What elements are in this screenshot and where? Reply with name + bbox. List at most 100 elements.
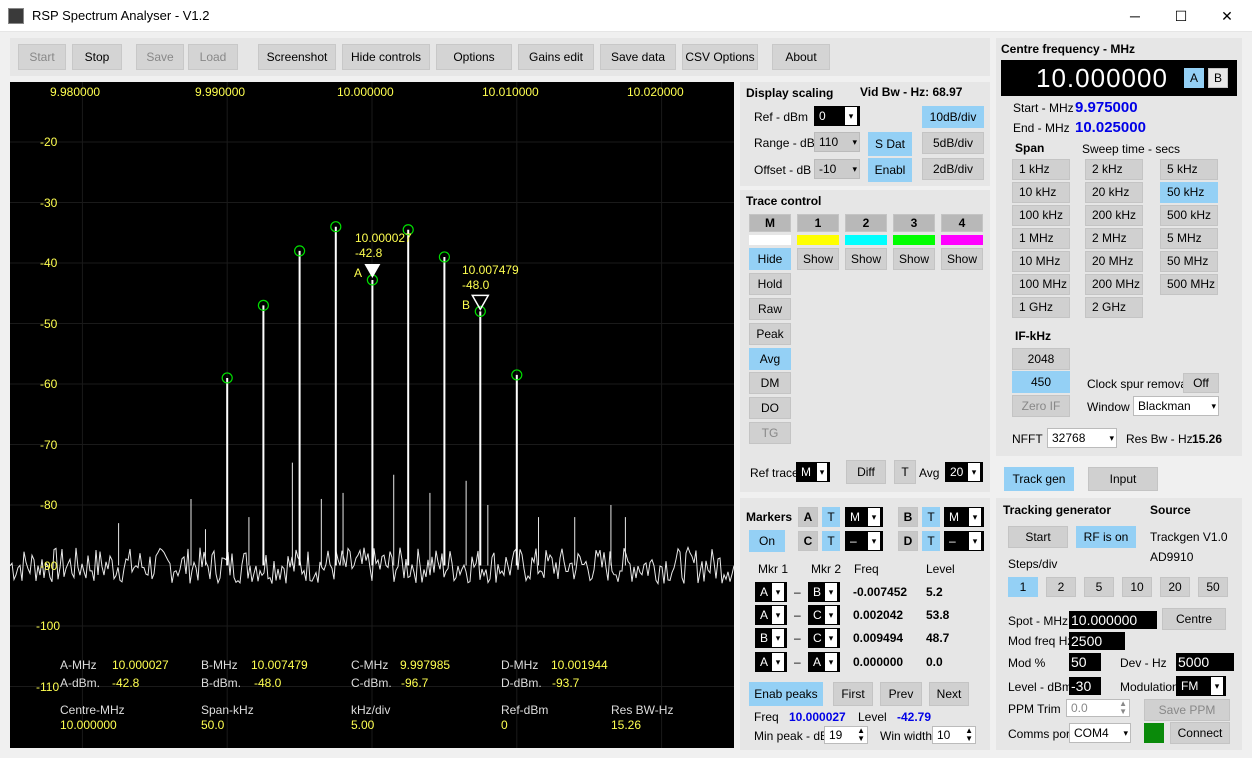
steps-div-button[interactable]: 5 [1084,577,1114,597]
offset-db-select[interactable]: -10 ▾ [814,159,860,179]
window-select[interactable]: Blackman ▾ [1133,396,1219,416]
spectrum-plot[interactable]: 9.980000 9.990000 10.000000 10.010000 10… [10,82,734,748]
enab-peaks-button[interactable]: Enab peaks [749,682,823,706]
prev-button[interactable]: Prev [880,682,922,706]
marker-c-t-button[interactable]: T [822,531,840,551]
10db-div-button[interactable]: 10dB/div [922,106,984,128]
steps-div-button[interactable]: 50 [1198,577,1228,597]
show-1-button[interactable]: Show [797,248,839,270]
centre-button[interactable]: Centre [1162,608,1226,630]
steps-div-button[interactable]: 2 [1046,577,1076,597]
raw-button[interactable]: Raw [749,298,791,320]
hide-m-button[interactable]: Hide [749,248,791,270]
peak-button[interactable]: Peak [749,323,791,345]
span-button[interactable]: 2 MHz [1085,228,1143,249]
trackgen-start-button[interactable]: Start [1008,526,1068,548]
comms-port-select[interactable]: COM4 ▾ [1069,723,1131,743]
clock-spur-button[interactable]: Off [1183,373,1219,393]
tab-track-gen[interactable]: Track gen [1004,467,1074,491]
steps-div-button[interactable]: 20 [1160,577,1190,597]
span-button[interactable]: 50 MHz [1160,251,1218,272]
2db-div-button[interactable]: 2dB/div [922,158,984,180]
marker-a-mode-select[interactable]: M ▾ [845,507,883,527]
span-button[interactable]: 10 kHz [1012,182,1070,203]
span-button[interactable]: 2 kHz [1085,159,1143,180]
close-button[interactable]: ✕ [1204,0,1250,32]
stop-button[interactable]: Stop [72,44,122,70]
span-button[interactable]: 50 kHz [1160,182,1218,203]
marker-b-button[interactable]: B [898,507,918,527]
span-button[interactable]: 10 MHz [1012,251,1070,272]
centre-a-button[interactable]: A [1184,68,1204,88]
span-button[interactable]: 20 MHz [1085,251,1143,272]
nfft-select[interactable]: 32768 ▾ [1047,428,1117,448]
mkr1-select[interactable]: A ▾ [755,652,787,672]
span-button[interactable]: 1 MHz [1012,228,1070,249]
start-button[interactable]: Start [18,44,66,70]
span-button[interactable]: 200 MHz [1085,274,1143,295]
t-button[interactable]: T [894,460,916,484]
first-button[interactable]: First [833,682,873,706]
minimize-button[interactable]: ─ [1112,0,1158,32]
marker-b-t-button[interactable]: T [922,507,940,527]
centre-b-button[interactable]: B [1208,68,1228,88]
hold-button[interactable]: Hold [749,273,791,295]
ref-trace-select[interactable]: M ▾ [796,462,830,482]
mkr1-select[interactable]: B ▾ [755,628,787,648]
span-button[interactable]: 100 kHz [1012,205,1070,226]
marker-c-button[interactable]: C [798,531,818,551]
mkr2-select[interactable]: B ▾ [808,582,840,602]
spot-mhz-input[interactable]: 10.000000 [1069,611,1157,629]
steps-div-button[interactable]: 10 [1122,577,1152,597]
mkr2-select[interactable]: C ▾ [808,628,840,648]
show-3-button[interactable]: Show [893,248,935,270]
diff-button[interactable]: Diff [846,460,886,484]
marker-d-mode-select[interactable]: – ▾ [944,531,984,551]
marker-c-mode-select[interactable]: – ▾ [845,531,883,551]
span-button[interactable]: 2 GHz [1085,297,1143,318]
marker-b-mode-select[interactable]: M ▾ [944,507,984,527]
ref-dbm-select[interactable]: 0 ▾ [814,106,860,126]
span-button[interactable]: 200 kHz [1085,205,1143,226]
show-2-button[interactable]: Show [845,248,887,270]
save-button[interactable]: Save [136,44,184,70]
markers-on-button[interactable]: On [749,530,785,552]
load-button[interactable]: Load [188,44,238,70]
marker-d-t-button[interactable]: T [922,531,940,551]
about-button[interactable]: About [772,44,830,70]
trace-tab-3[interactable]: 3 [893,214,935,232]
enabl-button[interactable]: Enabl [868,158,912,182]
hide-controls-button[interactable]: Hide controls [342,44,430,70]
csv-options-button[interactable]: CSV Options [682,44,758,70]
min-peak-spinner[interactable]: 19 ▲ ▼ [824,726,868,744]
if-2048-button[interactable]: 2048 [1012,348,1070,370]
save-ppm-button[interactable]: Save PPM [1144,699,1230,721]
mkr2-select[interactable]: A ▾ [808,652,840,672]
span-button[interactable]: 1 GHz [1012,297,1070,318]
span-button[interactable]: 20 kHz [1085,182,1143,203]
trace-tab-1[interactable]: 1 [797,214,839,232]
show-4-button[interactable]: Show [941,248,983,270]
maximize-button[interactable]: ☐ [1158,0,1204,32]
screenshot-button[interactable]: Screenshot [258,44,336,70]
mod-percent-input[interactable]: 50 [1069,653,1101,671]
zero-if-button[interactable]: Zero IF [1012,395,1070,417]
do-button[interactable]: DO [749,397,791,419]
span-button[interactable]: 100 MHz [1012,274,1070,295]
avg-select[interactable]: 20 ▾ [945,462,983,482]
trace-tab-2[interactable]: 2 [845,214,887,232]
win-width-spinner[interactable]: 10 ▲ ▼ [932,726,976,744]
rf-on-button[interactable]: RF is on [1076,526,1136,548]
mkr1-select[interactable]: A ▾ [755,582,787,602]
mkr2-select[interactable]: C ▾ [808,605,840,625]
trace-tab-4[interactable]: 4 [941,214,983,232]
dm-button[interactable]: DM [749,372,791,394]
steps-div-button[interactable]: 1 [1008,577,1038,597]
gains-edit-button[interactable]: Gains edit [518,44,594,70]
dev-hz-input[interactable]: 5000 [1176,653,1234,671]
marker-a-button[interactable]: A [798,507,818,527]
s-dat-button[interactable]: S Dat [868,132,912,156]
mod-freq-input[interactable]: 2500 [1069,632,1125,650]
marker-d-button[interactable]: D [898,531,918,551]
save-data-button[interactable]: Save data [600,44,676,70]
